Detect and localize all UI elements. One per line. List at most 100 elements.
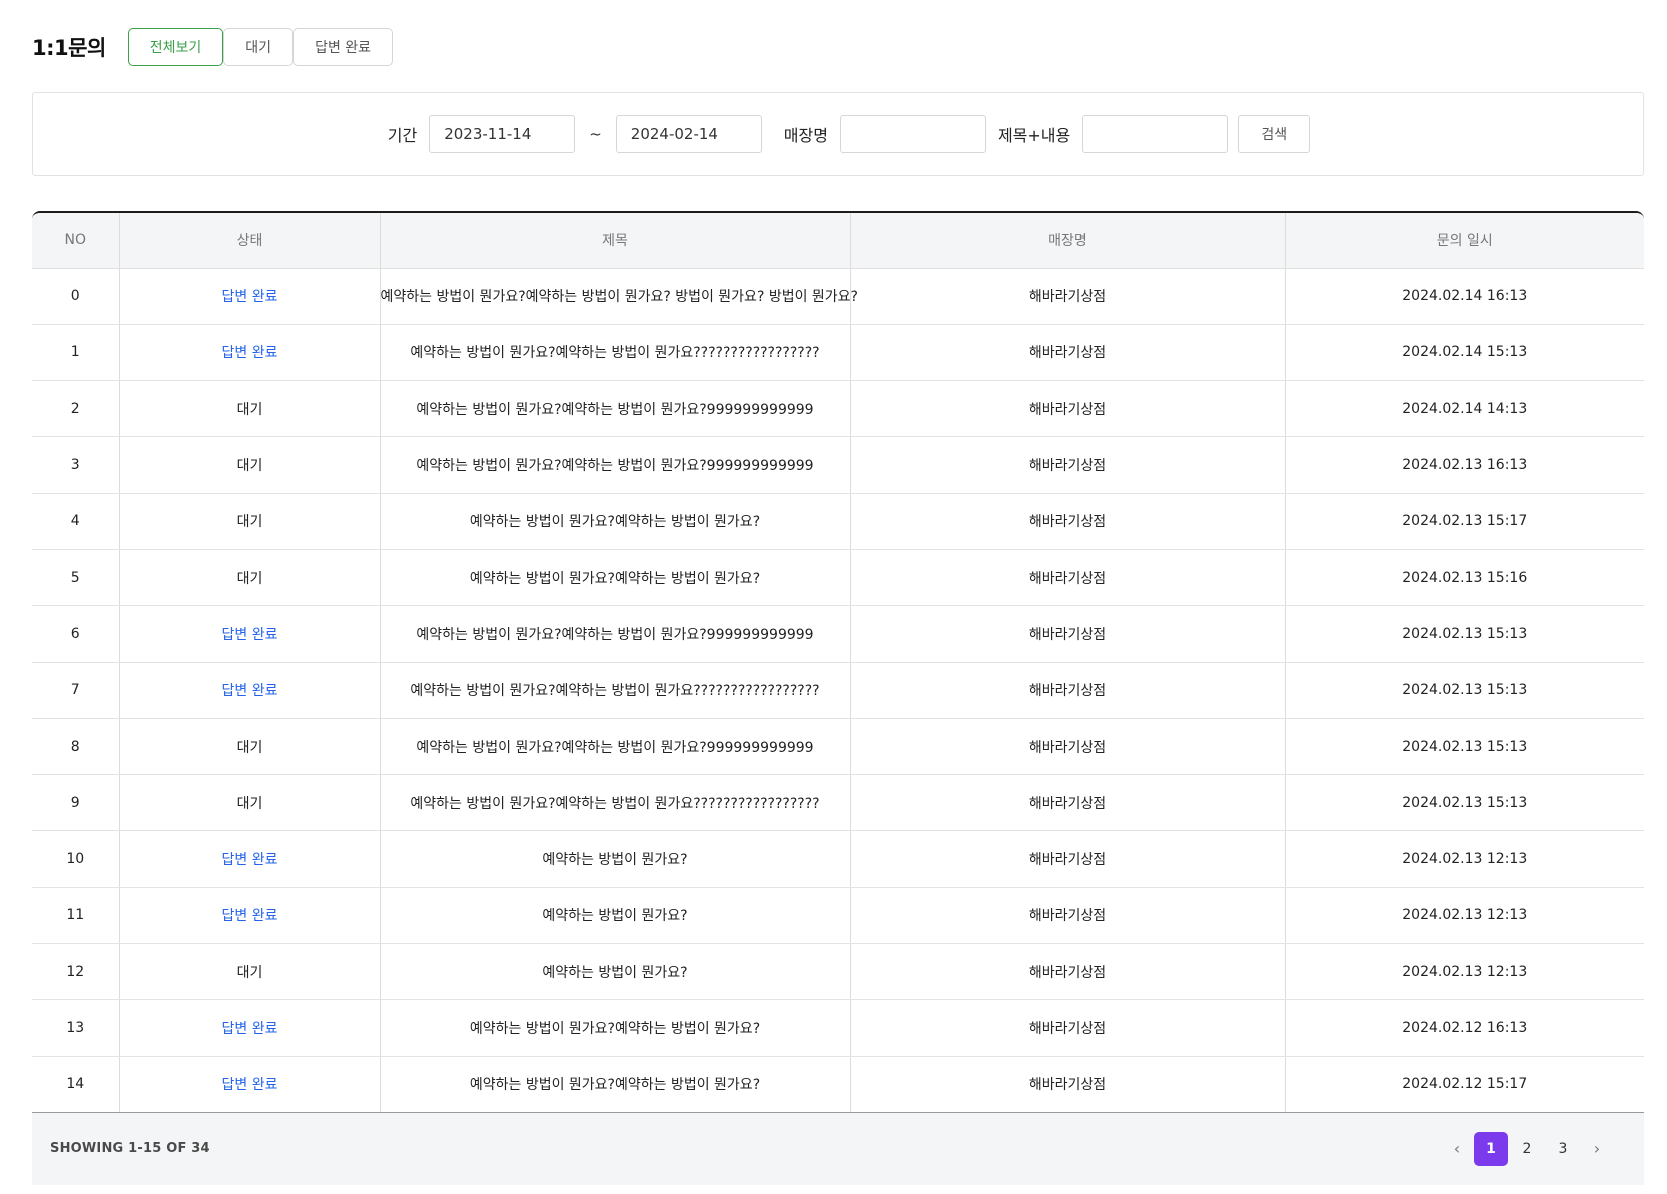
row-title[interactable]: 예약하는 방법이 뭔가요?예약하는 방법이 뭔가요?	[380, 493, 851, 550]
row-status[interactable]: 답변 완료	[119, 830, 381, 888]
row-no: 2	[32, 380, 120, 438]
store-name-label: 매장명	[783, 126, 828, 145]
row-status: 대기	[119, 943, 381, 1001]
table-row[interactable]: 5 대기 예약하는 방법이 뭔가요?예약하는 방법이 뭔가요? 해바라기상점 2024.…	[32, 549, 1644, 607]
row-store: 해바라기상점	[850, 549, 1286, 607]
row-date: 2024.02.12 16:13	[1285, 999, 1644, 1057]
row-date: 2024.02.13 15:13	[1285, 774, 1644, 832]
tab-answered[interactable]: 답변 완료	[293, 28, 394, 66]
page-header: 1:1문의 전체보기 대기 답변 완료	[32, 28, 394, 66]
row-status: 대기	[119, 380, 381, 438]
row-no: 4	[32, 493, 120, 550]
row-status[interactable]: 답변 완료	[119, 324, 381, 382]
row-store: 해바라기상점	[850, 436, 1286, 494]
table-row[interactable]: 1 답변 완료 예약하는 방법이 뭔가요?예약하는 방법이 뭔가요?????????…	[32, 324, 1644, 382]
row-status[interactable]: 답변 완료	[119, 605, 381, 663]
row-date: 2024.02.13 12:13	[1285, 887, 1644, 945]
row-title[interactable]: 예약하는 방법이 뭔가요?예약하는 방법이 뭔가요?999999999999	[380, 380, 851, 438]
row-title[interactable]: 예약하는 방법이 뭔가요?예약하는 방법이 뭔가요?999999999999	[380, 436, 851, 494]
keyword-input[interactable]	[1082, 115, 1229, 153]
search-button[interactable]: 검색	[1238, 115, 1311, 153]
row-no: 3	[32, 436, 120, 494]
table-row[interactable]: 2 대기 예약하는 방법이 뭔가요?예약하는 방법이 뭔가요?99999999999…	[32, 380, 1644, 438]
row-date: 2024.02.13 15:17	[1285, 493, 1644, 550]
row-status[interactable]: 답변 완료	[119, 887, 381, 945]
row-date: 2024.02.13 15:13	[1285, 605, 1644, 663]
row-status[interactable]: 답변 완료	[119, 999, 381, 1057]
table-row[interactable]: 8 대기 예약하는 방법이 뭔가요?예약하는 방법이 뭔가요?99999999999…	[32, 718, 1644, 776]
row-title[interactable]: 예약하는 방법이 뭔가요?예약하는 방법이 뭔가요???????????????…	[380, 662, 851, 719]
tab-all[interactable]: 전체보기	[127, 28, 224, 66]
row-date: 2024.02.14 16:13	[1285, 268, 1644, 325]
end-date-input[interactable]	[615, 115, 762, 153]
row-status: 대기	[119, 436, 381, 494]
table-row[interactable]: 4 대기 예약하는 방법이 뭔가요?예약하는 방법이 뭔가요? 해바라기상점 2024.…	[32, 493, 1644, 550]
chevron-right-icon[interactable]: ›	[1582, 1132, 1612, 1166]
row-title[interactable]: 예약하는 방법이 뭔가요?	[380, 830, 851, 888]
date-range-separator: ~	[589, 125, 602, 143]
row-title[interactable]: 예약하는 방법이 뭔가요?	[380, 887, 851, 945]
row-no: 11	[32, 887, 120, 945]
row-title[interactable]: 예약하는 방법이 뭔가요?예약하는 방법이 뭔가요???????????????…	[380, 774, 851, 832]
column-header-store: 매장명	[850, 213, 1286, 269]
start-date-input[interactable]	[429, 115, 576, 153]
row-store: 해바라기상점	[850, 887, 1286, 945]
row-store: 해바라기상점	[850, 605, 1286, 663]
table-row[interactable]: 10 답변 완료 예약하는 방법이 뭔가요? 해바라기상점 2024.02.13 12:…	[32, 830, 1644, 888]
row-no: 10	[32, 830, 120, 888]
row-title[interactable]: 예약하는 방법이 뭔가요?예약하는 방법이 뭔가요?	[380, 1056, 851, 1113]
row-store: 해바라기상점	[850, 493, 1286, 550]
table-row[interactable]: 7 답변 완료 예약하는 방법이 뭔가요?예약하는 방법이 뭔가요?????????…	[32, 662, 1644, 719]
row-title[interactable]: 예약하는 방법이 뭔가요?예약하는 방법이 뭔가요?	[380, 999, 851, 1057]
row-title[interactable]: 예약하는 방법이 뭔가요?	[380, 943, 851, 1001]
page-title: 1:1문의	[32, 36, 106, 60]
table-row[interactable]: 9 대기 예약하는 방법이 뭔가요?예약하는 방법이 뭔가요????????????…	[32, 774, 1644, 832]
store-name-input[interactable]	[839, 115, 986, 153]
row-store: 해바라기상점	[850, 324, 1286, 382]
row-no: 12	[32, 943, 120, 1001]
tab-pending[interactable]: 대기	[223, 28, 294, 66]
row-status[interactable]: 답변 완료	[119, 268, 381, 325]
row-title[interactable]: 예약하는 방법이 뭔가요?예약하는 방법이 뭔가요? 방법이 뭔가요? 방법이 …	[380, 268, 858, 325]
row-store: 해바라기상점	[850, 380, 1286, 438]
row-status: 대기	[119, 493, 381, 550]
column-header-date: 문의 일시	[1285, 213, 1644, 269]
row-date: 2024.02.14 14:13	[1285, 380, 1644, 438]
table-row[interactable]: 3 대기 예약하는 방법이 뭔가요?예약하는 방법이 뭔가요?99999999999…	[32, 436, 1644, 494]
row-status[interactable]: 답변 완료	[119, 662, 381, 719]
row-no: 8	[32, 718, 120, 776]
period-label: 기간	[387, 126, 418, 145]
row-date: 2024.02.13 12:13	[1285, 830, 1644, 888]
chevron-left-icon[interactable]: ‹	[1442, 1132, 1472, 1166]
row-status: 대기	[119, 718, 381, 776]
search-panel: 기간 ~ 매장명 제목+내용 검색	[32, 92, 1644, 176]
row-date: 2024.02.13 15:16	[1285, 549, 1644, 607]
row-store: 해바라기상점	[850, 999, 1286, 1057]
row-title[interactable]: 예약하는 방법이 뭔가요?예약하는 방법이 뭔가요?999999999999	[380, 605, 851, 663]
table-row[interactable]: 6 답변 완료 예약하는 방법이 뭔가요?예약하는 방법이 뭔가요?99999999…	[32, 605, 1644, 663]
table-row[interactable]: 0 답변 완료 예약하는 방법이 뭔가요?예약하는 방법이 뭔가요? 방법이 뭔가요…	[32, 268, 1644, 325]
table-row[interactable]: 11 답변 완료 예약하는 방법이 뭔가요? 해바라기상점 2024.02.13 12:…	[32, 887, 1644, 945]
row-title[interactable]: 예약하는 방법이 뭔가요?예약하는 방법이 뭔가요???????????????…	[380, 324, 851, 382]
column-header-status: 상태	[119, 213, 381, 269]
row-date: 2024.02.14 15:13	[1285, 324, 1644, 382]
pagination: ‹ 1 2 3 ›	[1440, 1131, 1612, 1166]
row-store: 해바라기상점	[850, 268, 1286, 325]
row-date: 2024.02.13 12:13	[1285, 943, 1644, 1001]
row-date: 2024.02.13 15:13	[1285, 718, 1644, 776]
table-row[interactable]: 13 답변 완료 예약하는 방법이 뭔가요?예약하는 방법이 뭔가요? 해바라기상점 2…	[32, 999, 1644, 1057]
row-status[interactable]: 답변 완료	[119, 1056, 381, 1113]
row-no: 7	[32, 662, 120, 719]
row-no: 0	[32, 268, 120, 325]
table-row[interactable]: 14 답변 완료 예약하는 방법이 뭔가요?예약하는 방법이 뭔가요? 해바라기상점 2…	[32, 1056, 1644, 1113]
page-3-button[interactable]: 3	[1546, 1132, 1580, 1166]
row-title[interactable]: 예약하는 방법이 뭔가요?예약하는 방법이 뭔가요?	[380, 549, 851, 607]
page-1-button[interactable]: 1	[1474, 1131, 1508, 1166]
table-body: 0 답변 완료 예약하는 방법이 뭔가요?예약하는 방법이 뭔가요? 방법이 뭔가요…	[32, 268, 1644, 1113]
keyword-label: 제목+내용	[997, 126, 1071, 145]
row-title[interactable]: 예약하는 방법이 뭔가요?예약하는 방법이 뭔가요?999999999999	[380, 718, 851, 776]
row-no: 14	[32, 1056, 120, 1113]
page-2-button[interactable]: 2	[1510, 1132, 1544, 1166]
table-row[interactable]: 12 대기 예약하는 방법이 뭔가요? 해바라기상점 2024.02.13 12:13	[32, 943, 1644, 1001]
inquiry-table-container: NO 상태 제목 매장명 문의 일시 0 답변 완료 예약하는 방법이 뭔가요?예약…	[32, 211, 1644, 1187]
